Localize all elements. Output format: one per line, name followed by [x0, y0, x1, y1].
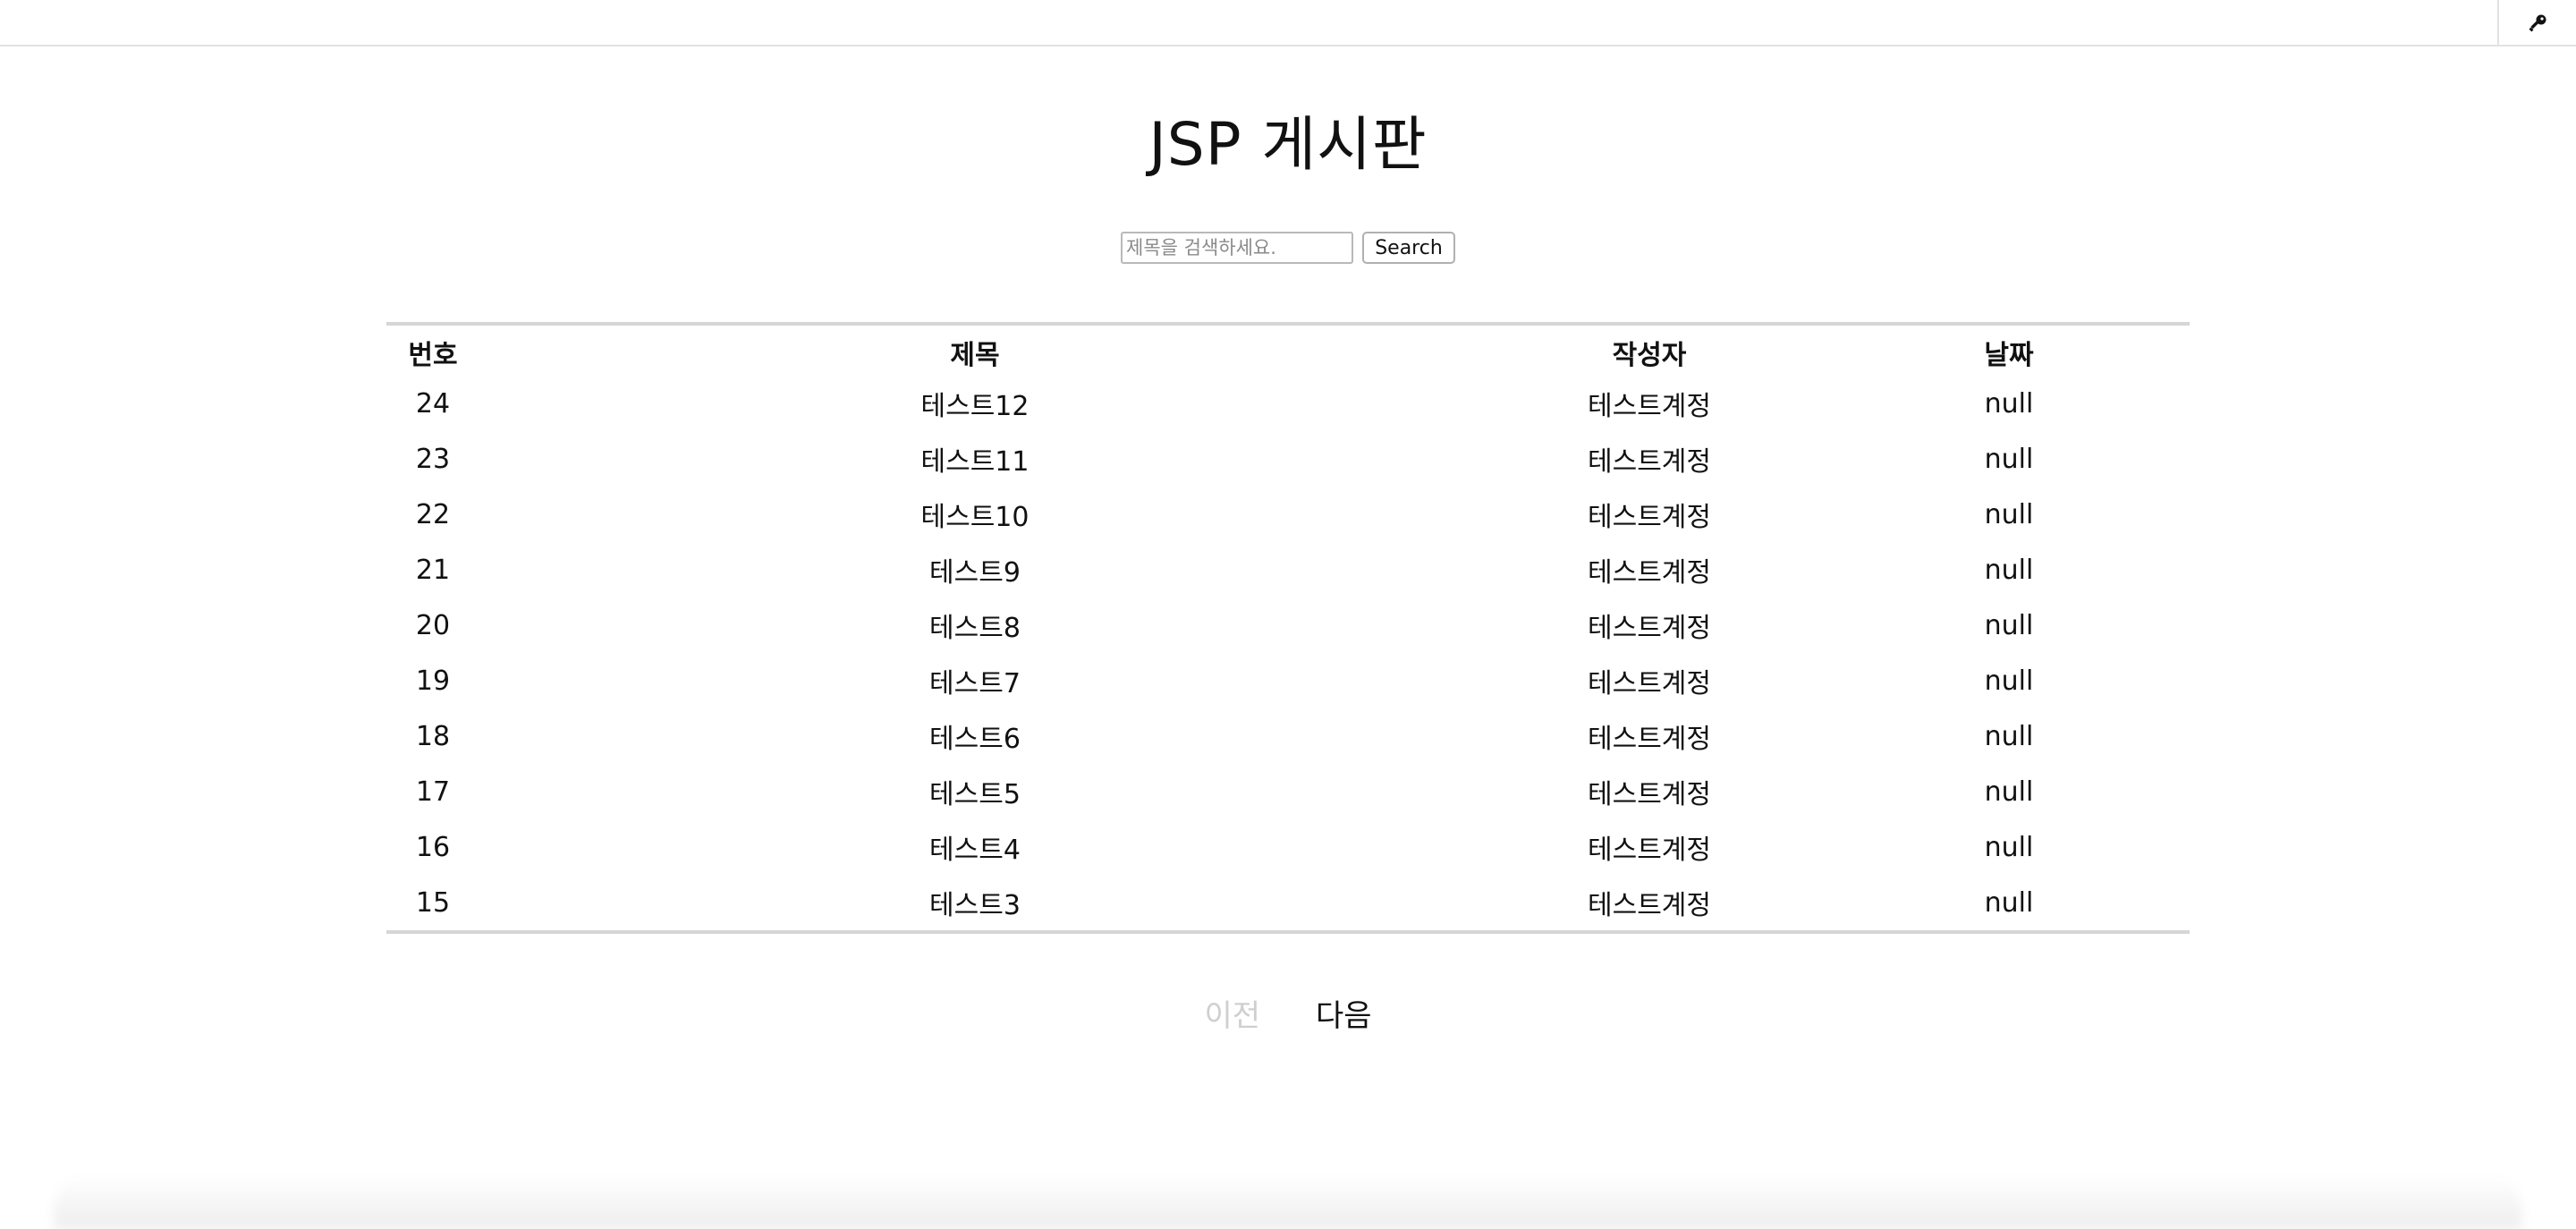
- cell-title-link[interactable]: 테스트4: [479, 819, 1470, 875]
- table-header-row: 번호 제목 작성자 날짜: [386, 324, 2190, 376]
- bottom-shadow: [54, 1175, 2522, 1229]
- cell-number: 22: [415, 498, 451, 530]
- cell-title-link[interactable]: 테스트8: [479, 598, 1470, 653]
- cell-title-link[interactable]: 테스트10: [479, 487, 1470, 542]
- header-author: 작성자: [1612, 340, 1687, 371]
- cell-title-link[interactable]: 테스트11: [479, 431, 1470, 487]
- header-title: 제목: [950, 340, 1000, 371]
- top-bar: [0, 0, 2576, 47]
- cell-date: null: [1984, 665, 2034, 697]
- cell-date: null: [1984, 609, 2034, 641]
- cell-author: 테스트계정: [1588, 835, 1711, 866]
- cell-author: 테스트계정: [1588, 724, 1711, 755]
- header-date: 날짜: [1984, 340, 2034, 371]
- cell-date: null: [1984, 554, 2034, 586]
- table-row[interactable]: 18 테스트6 테스트계정 null: [386, 708, 2190, 764]
- cell-title-link[interactable]: 테스트3: [479, 875, 1470, 932]
- table-row[interactable]: 20 테스트8 테스트계정 null: [386, 598, 2190, 653]
- table-row[interactable]: 15 테스트3 테스트계정 null: [386, 875, 2190, 932]
- cell-date: null: [1984, 720, 2034, 752]
- cell-author: 테스트계정: [1588, 446, 1711, 478]
- table-row[interactable]: 17 테스트5 테스트계정 null: [386, 764, 2190, 819]
- cell-author: 테스트계정: [1588, 391, 1711, 422]
- cell-date: null: [1984, 776, 2034, 808]
- cell-date: null: [1984, 498, 2034, 530]
- cell-title-link[interactable]: 테스트12: [479, 376, 1470, 431]
- cell-number: 16: [415, 831, 451, 863]
- cell-number: 17: [415, 776, 451, 808]
- page-title: JSP 게시판: [1148, 110, 1428, 179]
- cell-author: 테스트계정: [1588, 502, 1711, 533]
- pagination: 이전 다음: [0, 991, 2576, 1035]
- prev-page-link: 이전: [1204, 998, 1260, 1034]
- key-icon: [2529, 14, 2546, 32]
- search-input[interactable]: [1121, 232, 1353, 264]
- table-row[interactable]: 24 테스트12 테스트계정 null: [386, 376, 2190, 431]
- cell-author: 테스트계정: [1588, 890, 1711, 921]
- cell-date: null: [1984, 387, 2034, 420]
- cell-author: 테스트계정: [1588, 779, 1711, 810]
- cell-number: 18: [415, 720, 451, 752]
- cell-date: null: [1984, 443, 2034, 475]
- cell-title-link[interactable]: 테스트5: [479, 764, 1470, 819]
- header-number: 번호: [408, 340, 458, 371]
- cell-date: null: [1984, 831, 2034, 863]
- table-row[interactable]: 23 테스트11 테스트계정 null: [386, 431, 2190, 487]
- cell-date: null: [1984, 886, 2034, 919]
- search-button[interactable]: Search: [1362, 232, 1455, 264]
- table-row[interactable]: 21 테스트9 테스트계정 null: [386, 542, 2190, 598]
- board-table: 번호 제목 작성자 날짜 24 테스트12 테스트계정 null 23 테스트1…: [386, 322, 2190, 934]
- cell-title-link[interactable]: 테스트7: [479, 653, 1470, 708]
- table-row[interactable]: 22 테스트10 테스트계정 null: [386, 487, 2190, 542]
- table-row[interactable]: 19 테스트7 테스트계정 null: [386, 653, 2190, 708]
- cell-number: 20: [415, 609, 451, 641]
- cell-title-link[interactable]: 테스트6: [479, 708, 1470, 764]
- cell-author: 테스트계정: [1588, 557, 1711, 589]
- next-page-link[interactable]: 다음: [1289, 991, 1399, 1035]
- cell-number: 15: [415, 886, 451, 919]
- cell-number: 23: [415, 443, 451, 475]
- cell-title-link[interactable]: 테스트9: [479, 542, 1470, 598]
- key-button[interactable]: [2497, 0, 2576, 47]
- table-row[interactable]: 16 테스트4 테스트계정 null: [386, 819, 2190, 875]
- cell-number: 24: [415, 387, 451, 420]
- cell-number: 21: [415, 554, 451, 586]
- cell-author: 테스트계정: [1588, 668, 1711, 699]
- search-form: Search: [1121, 231, 1455, 265]
- cell-author: 테스트계정: [1588, 613, 1711, 644]
- cell-number: 19: [415, 665, 451, 697]
